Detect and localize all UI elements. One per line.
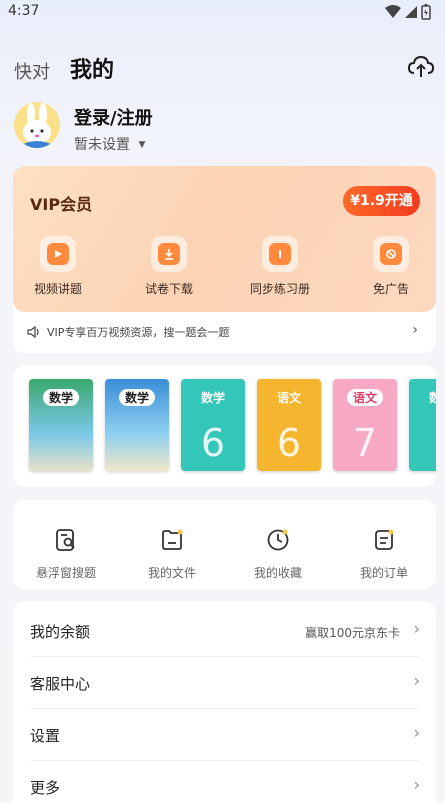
menu-item-settings[interactable]: 设置 ›: [30, 709, 420, 761]
wifi-icon: [385, 5, 401, 18]
tool-label: 我的订单: [359, 566, 408, 580]
book-title: 数学: [43, 389, 79, 406]
menu-item-label: 客服中心: [30, 675, 91, 693]
menu-item-label: 设置: [30, 727, 61, 745]
vip-feature-label: 免广告: [372, 282, 409, 296]
vip-feature-workbook[interactable]: 同步练习册: [235, 236, 325, 297]
vip-tip-text: VIP专享百万视频资源，搜一题会一题: [47, 326, 230, 339]
floating-search-icon: [56, 529, 75, 551]
textbook-shelf: 数学 数学 数学 6 语文 6 语文 7 数学: [13, 365, 436, 487]
play-icon: [40, 236, 76, 272]
download-icon: [151, 236, 187, 272]
vip-open-button[interactable]: ¥1.9开通: [343, 186, 420, 216]
bunny-avatar-icon: [23, 103, 51, 148]
signal-icon: [405, 6, 417, 18]
menu-item-balance[interactable]: 我的余额 赢取100元京东卡 ›: [30, 605, 420, 657]
status-bar: 4:37: [0, 0, 445, 24]
book-title: 语文: [347, 389, 383, 406]
vip-feature-label: 同步练习册: [249, 282, 310, 296]
chevron-right-icon: ›: [413, 619, 420, 638]
chevron-right-icon: ›: [413, 723, 420, 742]
book-cover[interactable]: 数学 6: [181, 379, 245, 471]
workbook-icon: [262, 236, 298, 272]
tool-label: 悬浮窗搜题: [35, 566, 96, 580]
tool-floating-search[interactable]: 悬浮窗搜题: [13, 528, 119, 581]
status-icons: [385, 4, 431, 20]
book-cover[interactable]: 数学: [409, 379, 436, 471]
chevron-right-icon: ›: [413, 775, 420, 794]
tool-label: 我的文件: [147, 566, 196, 580]
battery-icon: [421, 4, 431, 20]
menu-item-customer-service[interactable]: 客服中心 ›: [30, 657, 420, 709]
menu-item-more[interactable]: 更多 ›: [30, 761, 420, 803]
book-cover[interactable]: 语文 7: [333, 379, 397, 471]
book-title: 数学: [200, 391, 225, 405]
order-icon: [375, 529, 394, 550]
book-cover[interactable]: 数学: [29, 379, 93, 471]
avatar[interactable]: [14, 102, 60, 148]
cloud-upload-icon[interactable]: [408, 54, 434, 80]
book-grade-number: 6: [200, 421, 226, 465]
menu-item-label: 我的余额: [30, 623, 91, 641]
vip-title: VIP会员: [30, 195, 93, 214]
book-grade-number: 6: [276, 421, 302, 465]
tool-my-orders[interactable]: 我的订单: [331, 528, 437, 581]
caret-down-icon: ▼: [138, 140, 146, 150]
profile-status-label: 暂未设置: [74, 137, 130, 153]
chevron-right-icon[interactable]: ›: [412, 322, 418, 338]
menu-item-label: 更多: [30, 779, 61, 797]
vip-feature-download[interactable]: 试卷下载: [124, 236, 214, 297]
book-title: 数学: [119, 389, 155, 406]
vip-card: VIP会员 ¥1.9开通 视频讲题 试卷下载 同步练习册 免广告 VIP专享百万…: [13, 166, 436, 353]
book-title: 数学: [428, 391, 436, 405]
folder-icon: [162, 529, 183, 550]
no-ads-icon: [373, 236, 409, 272]
vip-feature-label: 试卷下载: [144, 282, 193, 296]
vip-tip[interactable]: VIP专享百万视频资源，搜一题会一题: [27, 324, 229, 340]
book-grade-number: 7: [352, 421, 378, 465]
tool-my-files[interactable]: 我的文件: [119, 528, 225, 581]
tab-mine[interactable]: 我的: [70, 52, 114, 84]
settings-menu: 我的余额 赢取100元京东卡 › 客服中心 › 设置 › 更多 ›: [13, 601, 436, 803]
book-cover[interactable]: 数学: [105, 379, 169, 471]
tools-section: 悬浮窗搜题 我的文件 我的收藏 我的订单: [13, 500, 436, 589]
profile-section[interactable]: 登录/注册 暂未设置 ▼: [14, 102, 434, 154]
clock-icon: [267, 529, 289, 551]
menu-item-extra: 赢取100元京东卡: [305, 626, 400, 640]
tab-kuaidui[interactable]: 快对: [14, 58, 50, 84]
book-cover[interactable]: 语文 6: [257, 379, 321, 471]
vip-feature-no-ads[interactable]: 免广告: [346, 236, 436, 297]
vip-banner[interactable]: VIP会员 ¥1.9开通 视频讲题 试卷下载 同步练习册 免广告: [13, 166, 436, 312]
vip-feature-video[interactable]: 视频讲题: [13, 236, 103, 297]
tool-my-favorites[interactable]: 我的收藏: [225, 528, 331, 581]
login-register[interactable]: 登录/注册: [74, 104, 153, 130]
book-title: 语文: [276, 391, 301, 405]
chevron-right-icon: ›: [413, 671, 420, 690]
vip-feature-label: 视频讲题: [33, 282, 82, 296]
speaker-icon: [27, 325, 39, 339]
status-time: 4:37: [8, 3, 40, 19]
top-nav: 快对 我的: [14, 52, 434, 84]
tool-label: 我的收藏: [253, 566, 302, 580]
profile-status[interactable]: 暂未设置 ▼: [74, 134, 145, 154]
